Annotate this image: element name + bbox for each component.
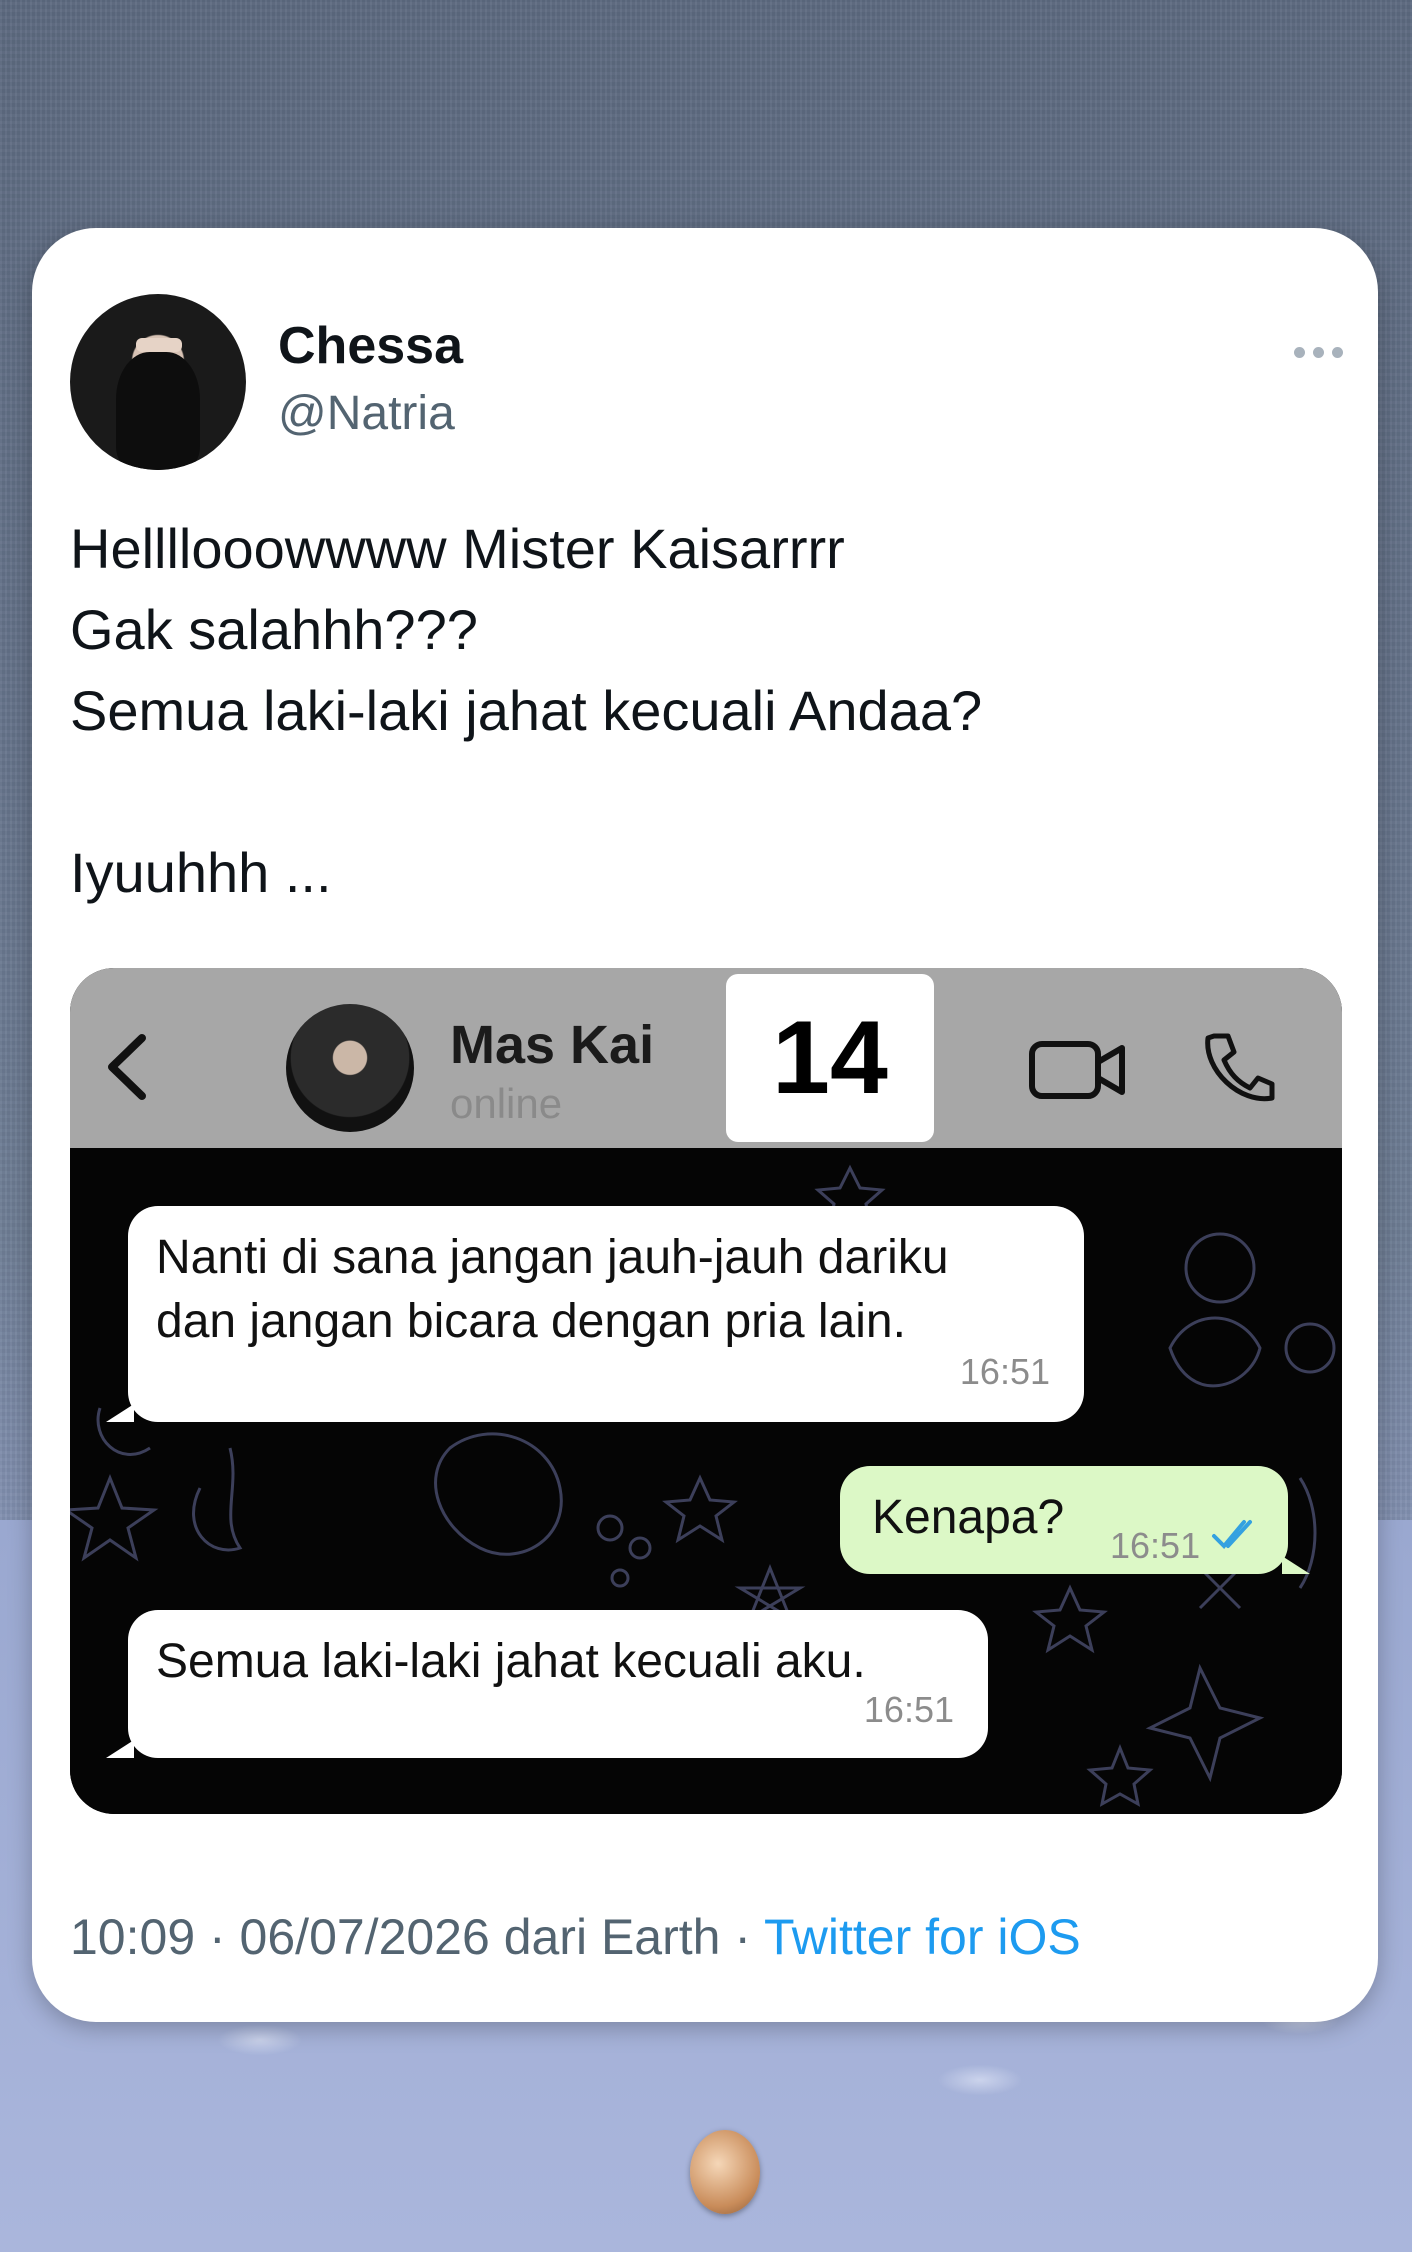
message-incoming[interactable]: Semua laki-laki jahat kecuali aku. 16:51 — [106, 1610, 988, 1758]
message-time: 16:51 — [959, 1351, 1050, 1392]
tweet-timestamp: 10:09 · 06/07/2026 dari Earth · — [70, 1909, 764, 1965]
contact-name[interactable]: Mas Kai — [450, 1014, 654, 1076]
number-badge: 14 — [726, 974, 934, 1142]
message-incoming[interactable]: Nanti di sana jangan jauh-jauh dariku da… — [106, 1206, 1084, 1422]
author-avatar[interactable] — [70, 294, 246, 470]
tweet-media-screenshot[interactable]: Mas Kai online 14 Nanti di sana jangan j… — [70, 968, 1342, 1814]
chat-body: Nanti di sana jangan jauh-jauh dariku da… — [70, 1148, 1342, 1814]
author-handle[interactable]: @Natria — [278, 386, 455, 441]
message-text: Nanti di sana jangan jauh-jauh dariku da… — [156, 1231, 949, 1348]
contact-status: online — [450, 1080, 563, 1127]
tweet-text: Hellllooowwww Mister Kaisarrrr Gak salah… — [70, 517, 983, 904]
chat-header: Mas Kai online 14 — [70, 968, 1342, 1148]
message-outgoing[interactable]: Kenapa? 16:51 — [840, 1466, 1310, 1574]
tweet-metadata: 10:09 · 06/07/2026 dari Earth · Twitter … — [70, 1908, 1081, 1966]
message-time: 16:51 — [863, 1689, 954, 1730]
tweet-source-link[interactable]: Twitter for iOS — [764, 1909, 1081, 1965]
tweet-card: Chessa @Natria Hellllooowwww Mister Kais… — [32, 228, 1378, 2022]
back-icon[interactable] — [100, 1032, 152, 1102]
double-check-icon — [1212, 1520, 1252, 1549]
video-call-icon[interactable] — [1028, 1038, 1126, 1102]
phone-call-icon[interactable] — [1200, 1030, 1276, 1106]
contact-avatar[interactable] — [286, 1004, 414, 1132]
author-display-name[interactable]: Chessa — [278, 316, 463, 376]
background-button — [690, 2130, 760, 2214]
message-time: 16:51 — [1110, 1525, 1201, 1566]
more-icon[interactable] — [1294, 342, 1354, 362]
message-text: Semua laki-laki jahat kecuali aku. — [156, 1635, 866, 1688]
